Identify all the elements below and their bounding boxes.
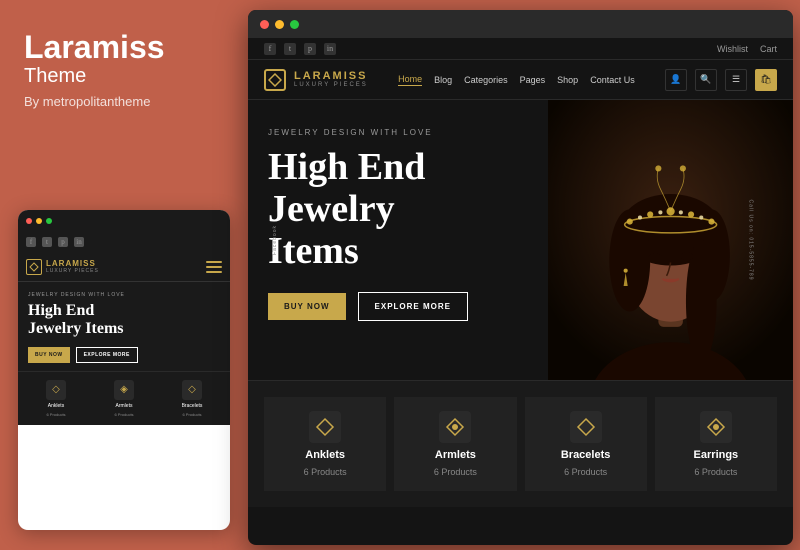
desktop-preview: f t p in Wishlist Cart LARAMISS LUXURY P… bbox=[248, 10, 793, 545]
mobile-preview: f t p in LARAMISS LUXURY PIECES bbox=[18, 210, 230, 530]
facebook-side-text: Facebook bbox=[272, 225, 278, 255]
desktop-cat-earrings[interactable]: Earrings 6 Products bbox=[655, 397, 777, 491]
mobile-dot-green bbox=[46, 218, 52, 224]
mobile-armlets-count: 6 Products bbox=[114, 412, 133, 417]
mobile-dot-red bbox=[26, 218, 32, 224]
mobile-facebook-icon: f bbox=[26, 237, 36, 247]
mobile-pinterest-icon: p bbox=[58, 237, 68, 247]
mobile-cat-armlets[interactable]: ◈ Armlets 6 Products bbox=[92, 380, 156, 417]
desktop-hero-buttons: BUY NOW EXPLORE MORE bbox=[268, 292, 528, 321]
mobile-hero: JEWELRY DESIGN WITH LOVE High End Jewelr… bbox=[18, 282, 230, 371]
desktop-logo-sub: LUXURY PIECES bbox=[294, 82, 368, 88]
desktop-categories: Anklets 6 Products Armlets 6 Products Br… bbox=[248, 380, 793, 507]
armlets-icon bbox=[439, 411, 471, 443]
mobile-anklets-label: Anklets bbox=[48, 403, 64, 409]
search-icon-button[interactable]: 🔍 bbox=[695, 69, 717, 91]
mobile-logo-icon bbox=[26, 259, 42, 275]
mobile-twitter-icon: t bbox=[42, 237, 52, 247]
desktop-social-left: f t p in bbox=[264, 43, 336, 55]
desktop-linkedin-icon[interactable]: in bbox=[324, 43, 336, 55]
mobile-hero-title: High End Jewelry Items bbox=[28, 302, 220, 339]
mobile-social-bar: f t p in bbox=[18, 232, 230, 252]
desktop-logo-area: LARAMISS LUXURY PIECES bbox=[264, 69, 368, 91]
bracelets-icon bbox=[570, 411, 602, 443]
mobile-buy-now-button[interactable]: BUY NOW bbox=[28, 347, 70, 363]
mobile-anklets-count: 6 Products bbox=[46, 412, 65, 417]
left-panel: Laramiss Theme By metropolitantheme f t … bbox=[0, 0, 240, 550]
mobile-explore-button[interactable]: EXPLORE MORE bbox=[76, 347, 138, 363]
bracelets-count: 6 Products bbox=[564, 467, 607, 477]
mobile-logo-name: LARAMISS bbox=[46, 259, 99, 268]
mobile-nav: LARAMISS LUXURY PIECES bbox=[18, 252, 230, 282]
earrings-icon bbox=[700, 411, 732, 443]
desktop-hero-image: Call Us on: 015-5855-789 bbox=[548, 100, 793, 380]
armlets-name: Armlets bbox=[435, 449, 476, 461]
brand-by: By metropolitantheme bbox=[24, 94, 216, 109]
nav-pages[interactable]: Pages bbox=[520, 75, 546, 85]
user-icon-button[interactable]: 👤 bbox=[665, 69, 687, 91]
desktop-dot-yellow bbox=[275, 20, 284, 29]
mobile-logo-sub: LUXURY PIECES bbox=[46, 268, 99, 274]
mobile-anklets-icon: ◇ bbox=[46, 380, 66, 400]
desktop-cat-armlets[interactable]: Armlets 6 Products bbox=[394, 397, 516, 491]
desktop-facebook-icon[interactable]: f bbox=[264, 43, 276, 55]
mobile-cat-bracelets[interactable]: ◇ Bracelets 6 Products bbox=[160, 380, 224, 417]
cart-icon-button[interactable]: 🛍 bbox=[755, 69, 777, 91]
brand-name: Laramiss bbox=[24, 30, 216, 65]
desktop-hero: Facebook JEWELRY DESIGN WITH LOVE High E… bbox=[248, 100, 793, 380]
bracelets-name: Bracelets bbox=[561, 449, 611, 461]
anklets-icon bbox=[309, 411, 341, 443]
desktop-hero-image-inner: Call Us on: 015-5855-789 bbox=[548, 100, 793, 380]
desktop-explore-button[interactable]: EXPLORE MORE bbox=[358, 292, 468, 321]
desktop-pinterest-icon[interactable]: p bbox=[304, 43, 316, 55]
desktop-hero-content: Facebook JEWELRY DESIGN WITH LOVE High E… bbox=[248, 100, 548, 380]
mobile-bracelets-label: Bracelets bbox=[182, 403, 203, 409]
desktop-nav-icons: 👤 🔍 ☰ 🛍 bbox=[665, 69, 777, 91]
mobile-bracelets-icon: ◇ bbox=[182, 380, 202, 400]
desktop-titlebar bbox=[248, 10, 793, 38]
mobile-linkedin-icon: in bbox=[74, 237, 84, 247]
nav-shop[interactable]: Shop bbox=[557, 75, 578, 85]
wishlist-link[interactable]: Wishlist bbox=[717, 44, 748, 54]
armlets-count: 6 Products bbox=[434, 467, 477, 477]
nav-categories[interactable]: Categories bbox=[464, 75, 508, 85]
desktop-cat-bracelets[interactable]: Bracelets 6 Products bbox=[525, 397, 647, 491]
desktop-nav: LARAMISS LUXURY PIECES Home Blog Categor… bbox=[248, 60, 793, 100]
mobile-bracelets-count: 6 Products bbox=[182, 412, 201, 417]
mobile-hero-tag: JEWELRY DESIGN WITH LOVE bbox=[28, 292, 220, 298]
desktop-dot-red bbox=[260, 20, 269, 29]
desktop-dot-green bbox=[290, 20, 299, 29]
cart-link[interactable]: Cart bbox=[760, 44, 777, 54]
desktop-buy-now-button[interactable]: BUY NOW bbox=[268, 293, 346, 320]
mobile-titlebar bbox=[18, 210, 230, 232]
earrings-name: Earrings bbox=[694, 449, 739, 461]
mobile-armlets-icon: ◈ bbox=[114, 380, 134, 400]
desktop-logo-text-area: LARAMISS LUXURY PIECES bbox=[294, 71, 368, 88]
mobile-category-row: ◇ Anklets 6 Products ◈ Armlets 6 Product… bbox=[18, 371, 230, 425]
anklets-name: Anklets bbox=[305, 449, 345, 461]
desktop-cat-anklets[interactable]: Anklets 6 Products bbox=[264, 397, 386, 491]
desktop-social-right: Wishlist Cart bbox=[717, 44, 777, 54]
desktop-nav-links: Home Blog Categories Pages Shop Contact … bbox=[398, 74, 635, 86]
mobile-hero-buttons: BUY NOW EXPLORE MORE bbox=[28, 347, 220, 363]
anklets-count: 6 Products bbox=[304, 467, 347, 477]
nav-contact[interactable]: Contact Us bbox=[590, 75, 635, 85]
desktop-logo-name: LARAMISS bbox=[294, 71, 368, 82]
mobile-armlets-label: Armlets bbox=[116, 403, 133, 409]
desktop-hero-title: High End Jewelry Items bbox=[268, 147, 528, 272]
mobile-hamburger-icon[interactable] bbox=[206, 261, 222, 273]
nav-home[interactable]: Home bbox=[398, 74, 422, 86]
menu-icon-button[interactable]: ☰ bbox=[725, 69, 747, 91]
desktop-social-bar: f t p in Wishlist Cart bbox=[248, 38, 793, 60]
desktop-logo-icon bbox=[264, 69, 286, 91]
mobile-cat-anklets[interactable]: ◇ Anklets 6 Products bbox=[24, 380, 88, 417]
earrings-count: 6 Products bbox=[694, 467, 737, 477]
brand-subtitle: Theme bbox=[24, 65, 216, 88]
side-text: Call Us on: 015-5855-789 bbox=[748, 200, 754, 281]
mobile-logo-area: LARAMISS LUXURY PIECES bbox=[26, 259, 99, 275]
nav-blog[interactable]: Blog bbox=[434, 75, 452, 85]
desktop-hero-tag: JEWELRY DESIGN WITH LOVE bbox=[268, 128, 528, 137]
desktop-twitter-icon[interactable]: t bbox=[284, 43, 296, 55]
mobile-dot-yellow bbox=[36, 218, 42, 224]
